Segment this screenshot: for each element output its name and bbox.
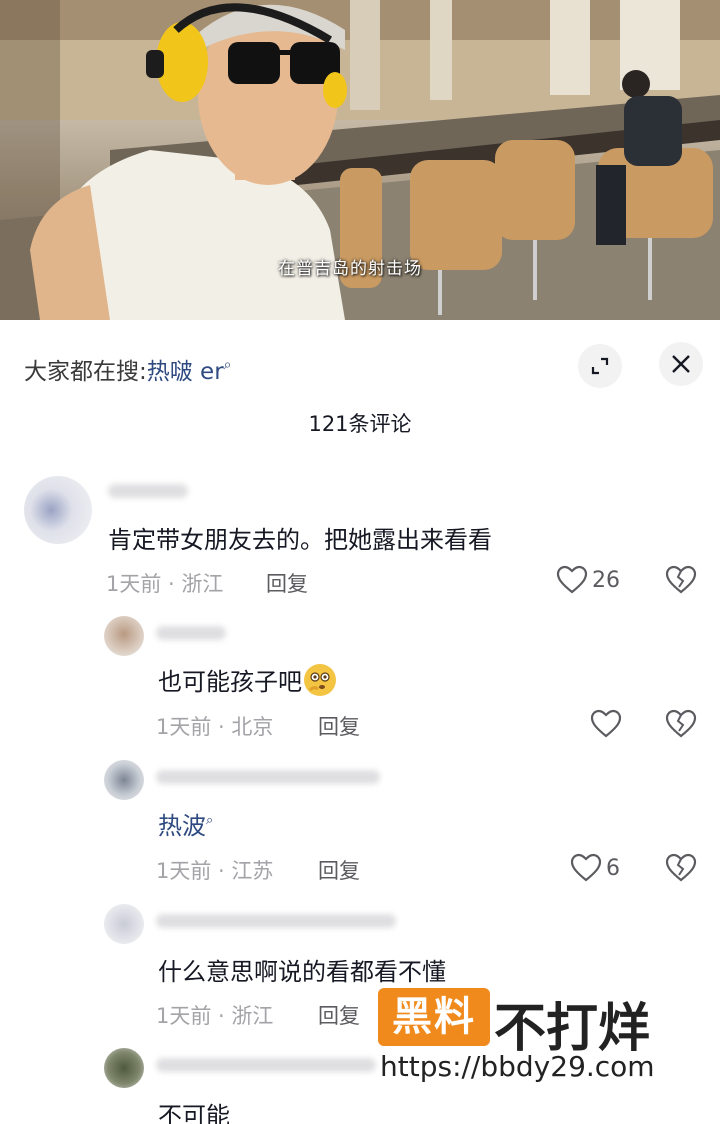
reply-button[interactable]: 回复 [318,711,360,741]
dislike-button[interactable] [665,709,697,743]
emoji-face-icon [308,672,330,692]
thinking-face-emoji [304,664,336,696]
search-link-comment[interactable]: 热波⌕ [158,806,213,841]
like-button[interactable] [590,709,622,739]
search-small-icon: ⌕ [223,357,232,373]
watermark-badge: 黑料 [378,988,490,1046]
close-icon [672,355,690,373]
reply-button[interactable]: 回复 [266,568,308,598]
reply-button[interactable]: 回复 [318,855,360,885]
comment-meta: 1天前 · 浙江 [156,1004,274,1028]
username-blurred[interactable] [156,914,396,928]
trending-search-text[interactable]: 大家都在搜:热啵 er⌕ [24,352,232,386]
broken-heart-icon [665,853,697,882]
like-count: 6 [606,855,620,881]
reply-button[interactable]: 回复 [318,1000,360,1030]
heart-icon [570,853,602,882]
search-small-icon: ⌕ [206,813,214,828]
avatar[interactable] [104,904,144,944]
avatar[interactable] [104,616,144,656]
username-blurred[interactable] [156,1058,376,1072]
trending-search-prefix: 大家都在搜: [24,359,147,385]
username-blurred[interactable] [156,626,226,640]
broken-heart-icon [665,709,697,738]
comment-text: 不可能 [158,1102,230,1124]
comment-meta: 1天前 · 北京 [156,715,274,739]
like-button[interactable]: 26 [556,565,620,595]
comment-meta: 1天前 · 江苏 [156,859,274,883]
avatar[interactable] [104,1048,144,1088]
close-button[interactable] [659,342,703,386]
comment-text: 肯定带女朋友去的。把她露出来看看 [108,526,492,554]
like-button[interactable]: 6 [570,853,620,883]
avatar[interactable] [24,476,92,544]
avatar[interactable] [104,760,144,800]
comment-text-row: 也可能孩子吧 [158,662,336,697]
username-blurred[interactable] [108,484,188,498]
comment-text: 也可能孩子吧 [158,668,302,696]
dislike-button[interactable] [665,565,697,599]
dislike-button[interactable] [665,853,697,887]
watermark-url: https://bbdy29.com [380,1050,655,1083]
broken-heart-icon [665,565,697,594]
expand-button[interactable] [578,344,622,388]
comment-count-title: 121条评论 [308,412,412,436]
comment-text[interactable]: 热波 [158,812,206,840]
heart-icon [556,565,588,594]
trending-search-term[interactable]: 热啵 er [147,359,224,385]
username-blurred[interactable] [156,770,380,784]
video-subtitle: 在普吉岛的射击场 [278,259,422,279]
heart-icon [590,709,622,738]
video-player[interactable]: 在普吉岛的射击场 [0,0,720,320]
comment-text: 什么意思啊说的看都看不懂 [158,958,446,986]
like-count: 26 [592,567,620,593]
expand-icon [591,357,609,375]
comment-meta: 1天前 · 浙江 [106,572,224,596]
